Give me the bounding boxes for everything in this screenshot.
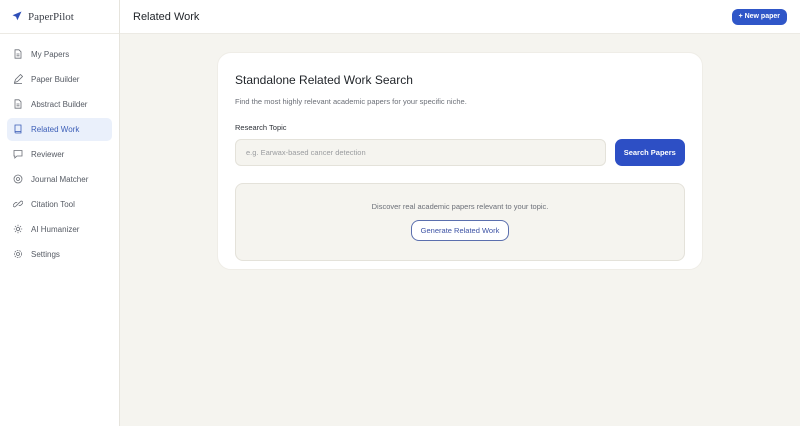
sidebar-item-label: My Papers — [31, 50, 70, 59]
discover-panel: Discover real academic papers relevant t… — [235, 183, 685, 261]
document-icon — [13, 98, 23, 111]
book-icon — [13, 124, 23, 136]
sidebar-item-label: Settings — [31, 250, 60, 259]
brand[interactable]: PaperPilot — [0, 0, 119, 34]
sidebar-item-label: AI Humanizer — [31, 225, 80, 234]
sidebar-item-abstract-builder[interactable]: Abstract Builder — [7, 93, 112, 116]
sidebar-item-label: Paper Builder — [31, 75, 80, 84]
link-icon — [12, 199, 24, 211]
sidebar: PaperPilot My Papers Paper Builder Abstr… — [0, 0, 120, 426]
target-icon — [13, 174, 23, 186]
paper-plane-icon — [12, 8, 22, 26]
sidebar-item-my-papers[interactable]: My Papers — [7, 43, 112, 66]
research-topic-input[interactable] — [235, 139, 606, 166]
sidebar-item-reviewer[interactable]: Reviewer — [7, 143, 112, 166]
card-title: Standalone Related Work Search — [235, 73, 413, 87]
sidebar-item-related-work[interactable]: Related Work — [7, 118, 112, 141]
sidebar-item-label: Reviewer — [31, 150, 65, 159]
research-topic-label: Research Topic — [235, 123, 287, 132]
discover-text: Discover real academic papers relevant t… — [371, 202, 549, 211]
sparkle-gear-icon — [13, 224, 23, 236]
related-work-search-card: Standalone Related Work Search Find the … — [217, 52, 703, 270]
sidebar-item-citation-tool[interactable]: Citation Tool — [7, 193, 112, 216]
top-bar: Related Work + New paper — [120, 0, 800, 34]
sidebar-item-paper-builder[interactable]: Paper Builder — [7, 68, 112, 91]
chat-bubble-icon — [13, 149, 23, 161]
search-papers-button[interactable]: Search Papers — [614, 139, 685, 166]
sidebar-item-label: Citation Tool — [31, 200, 75, 209]
page-title: Related Work — [133, 10, 200, 23]
card-subtitle: Find the most highly relevant academic p… — [235, 97, 467, 106]
sidebar-item-label: Journal Matcher — [31, 175, 89, 184]
sidebar-item-settings[interactable]: Settings — [7, 243, 112, 266]
document-icon — [13, 48, 23, 61]
brand-name: PaperPilot — [28, 10, 74, 23]
sidebar-item-journal-matcher[interactable]: Journal Matcher — [7, 168, 112, 191]
new-paper-button[interactable]: + New paper — [731, 8, 787, 25]
search-row: Search Papers — [235, 139, 685, 166]
sidebar-item-label: Abstract Builder — [31, 100, 88, 109]
generate-related-work-button[interactable]: Generate Related Work — [410, 220, 510, 241]
sidebar-item-ai-humanizer[interactable]: AI Humanizer — [7, 218, 112, 241]
sidebar-nav: My Papers Paper Builder Abstract Builder… — [0, 34, 119, 266]
gear-icon — [13, 249, 23, 261]
pen-icon — [13, 73, 24, 86]
sidebar-item-label: Related Work — [31, 125, 80, 134]
